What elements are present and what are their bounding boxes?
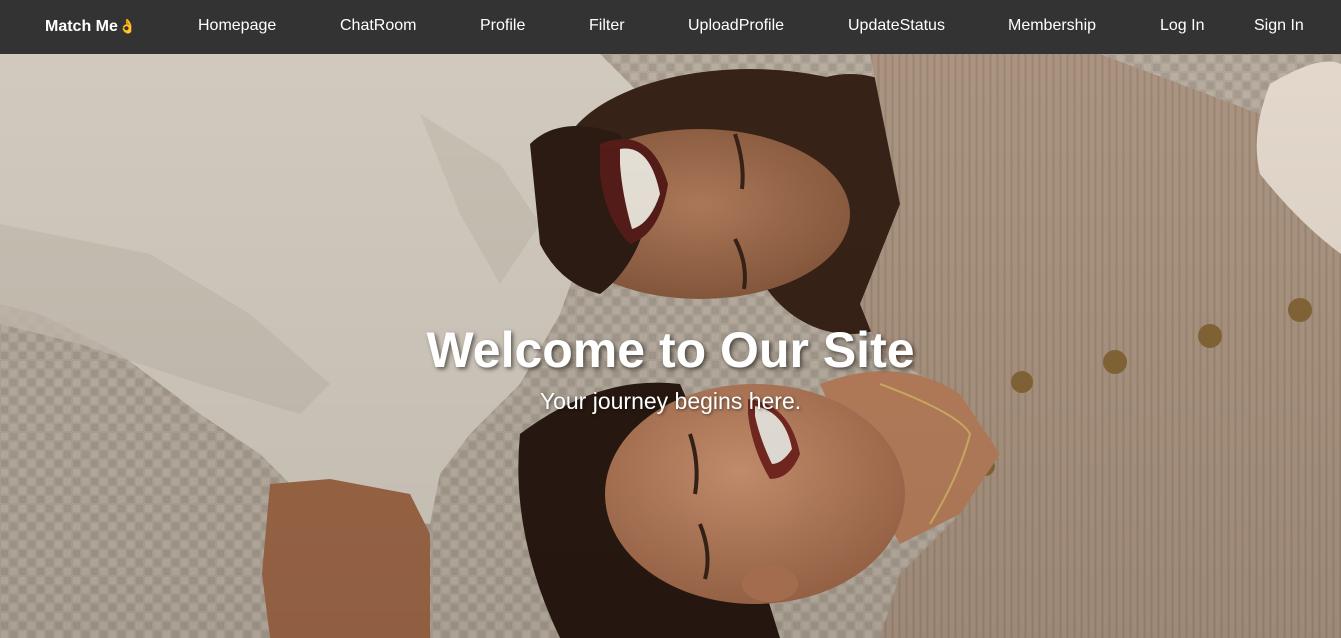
nav-link-homepage[interactable]: Homepage [198,17,276,35]
brand-name: Match Me [45,18,118,35]
hero-title: Welcome to Our Site [426,322,915,378]
nav-link-filter[interactable]: Filter [589,17,625,35]
hero-subtitle: Your journey begins here. [539,388,802,414]
nav-link-signin[interactable]: Sign In [1254,17,1304,35]
nav-link-membership[interactable]: Membership [1008,17,1096,35]
nav-link-login[interactable]: Log In [1160,17,1204,35]
nav-link-chatroom[interactable]: ChatRoom [340,17,416,35]
brand-logo[interactable]: Match Me👌 [45,18,136,36]
nav-link-update-status[interactable]: UpdateStatus [848,17,945,35]
ok-hand-icon: 👌 [118,18,137,34]
hero-section: Welcome to Our Site Your journey begins … [0,54,1341,638]
nav-link-upload-profile[interactable]: UploadProfile [688,17,784,35]
nav-link-profile[interactable]: Profile [480,17,525,35]
top-navbar: Match Me👌 Homepage ChatRoom Profile Filt… [0,0,1341,54]
